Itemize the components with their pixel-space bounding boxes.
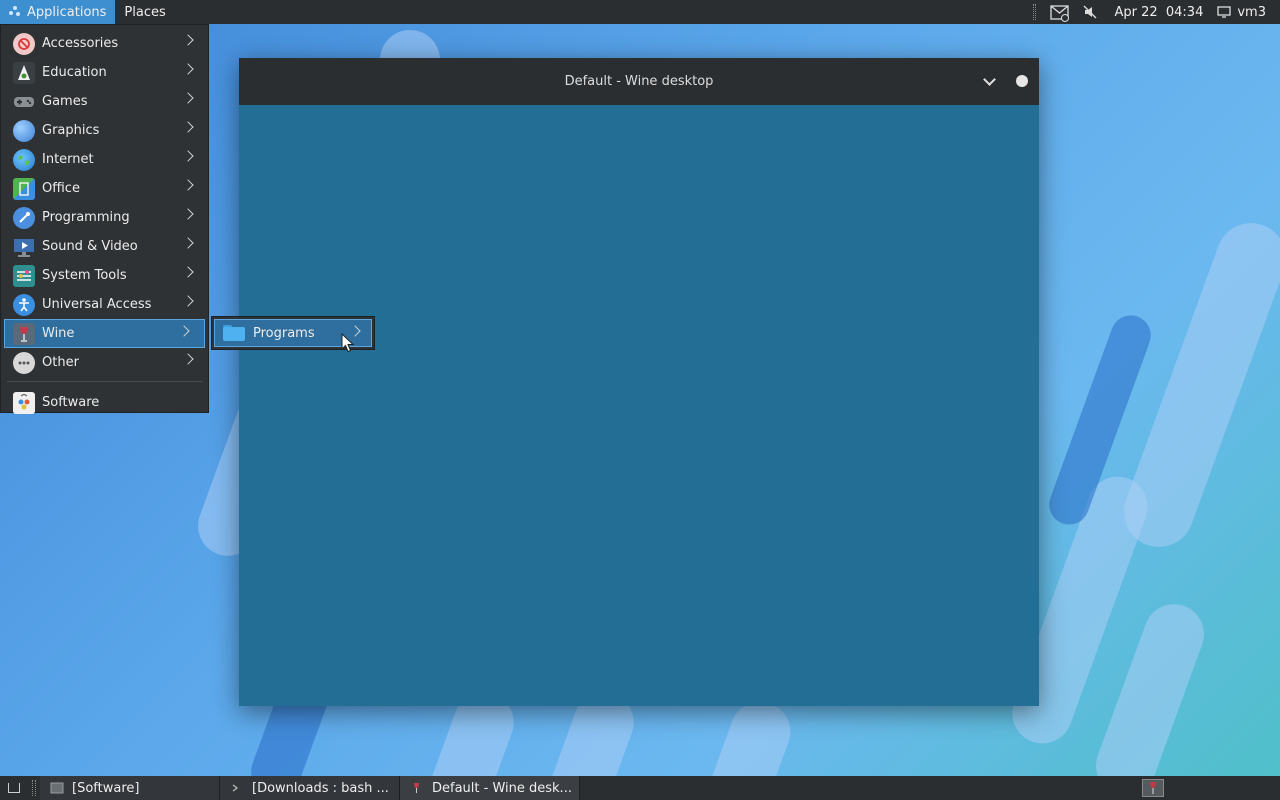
menu-item-label: Education (42, 65, 107, 80)
terminal-icon (232, 784, 239, 792)
menu-item-education[interactable]: Education (1, 58, 208, 87)
chevron-right-icon (182, 63, 194, 75)
chevron-right-icon (182, 179, 194, 191)
internet-icon (13, 148, 35, 171)
menu-item-games[interactable]: Games (1, 87, 208, 116)
places-label: Places (124, 4, 166, 20)
task-label: [Downloads : bash ... (252, 780, 389, 796)
menu-item-software[interactable]: Software (1, 388, 208, 417)
graphics-icon (13, 119, 35, 142)
folder-icon (223, 325, 245, 341)
other-icon (13, 351, 35, 374)
chevron-right-icon (178, 325, 190, 337)
task-software[interactable]: [Software] (40, 776, 220, 800)
chevron-right-icon (182, 150, 194, 162)
wine-desktop-window[interactable]: Default - Wine desktop (239, 58, 1039, 706)
task-downloads-bash[interactable]: [Downloads : bash ... (220, 776, 400, 800)
software-window-icon (50, 782, 64, 794)
menu-item-graphics[interactable]: Graphics (1, 116, 208, 145)
menu-item-label: Programming (42, 210, 130, 225)
universal-access-icon (13, 293, 35, 316)
chevron-right-icon (182, 208, 194, 220)
chevron-right-icon (182, 266, 194, 278)
system-tools-icon (13, 264, 35, 287)
mail-notification-icon[interactable] (1050, 4, 1070, 22)
wallpaper-streak (1087, 595, 1213, 800)
menu-separator (7, 381, 202, 382)
menu-item-label: Sound & Video (42, 239, 138, 254)
menu-item-label: Games (42, 94, 88, 109)
submenu-item-label: Programs (253, 325, 315, 341)
menu-item-system-tools[interactable]: System Tools (1, 261, 208, 290)
software-icon (13, 391, 35, 414)
menu-item-accessories[interactable]: Accessories (1, 29, 208, 58)
office-icon (13, 177, 35, 200)
menu-item-programming[interactable]: Programming (1, 203, 208, 232)
menu-item-other[interactable]: Other (1, 348, 208, 377)
applications-label: Applications (27, 4, 107, 20)
programming-icon (13, 206, 35, 229)
volume-muted-icon[interactable] (1082, 4, 1100, 20)
chevron-right-icon (182, 34, 194, 46)
tray-handle (1033, 4, 1037, 20)
menu-item-label: Software (42, 395, 100, 410)
menu-item-label: Accessories (42, 36, 119, 51)
menu-item-label: Office (42, 181, 80, 196)
mouse-cursor-icon (341, 333, 355, 353)
show-desktop-button[interactable] (0, 776, 28, 800)
games-icon (13, 91, 35, 113)
applications-icon (9, 6, 21, 18)
wine-icon (1150, 782, 1156, 794)
top-panel: Applications Places Apr 22 04:34 vm3 (0, 0, 1280, 24)
system-tray: Apr 22 04:34 vm3 (1033, 0, 1280, 24)
wine-icon (13, 322, 35, 345)
chevron-right-icon (182, 295, 194, 307)
chevron-right-icon (182, 237, 194, 249)
chevron-right-icon (182, 121, 194, 133)
workspace-switcher[interactable] (1142, 779, 1164, 797)
window-title: Default - Wine desktop (564, 74, 714, 89)
chevron-right-icon (182, 92, 194, 104)
menu-item-wine[interactable]: Wine (4, 319, 205, 348)
show-desktop-icon (8, 783, 20, 793)
hostname: vm3 (1237, 4, 1266, 20)
menu-item-label: System Tools (42, 268, 127, 283)
places-menu-button[interactable]: Places (115, 0, 174, 24)
menu-item-sound-video[interactable]: Sound & Video (1, 232, 208, 261)
taskbar: [Software] [Downloads : bash ... Default… (0, 776, 1280, 800)
window-menu-icon[interactable] (983, 73, 996, 86)
menu-item-internet[interactable]: Internet (1, 145, 208, 174)
host-indicator[interactable]: vm3 (1217, 5, 1266, 20)
task-label: [Software] (72, 780, 140, 796)
task-wine-desktop[interactable]: Default - Wine desk... (400, 776, 580, 800)
window-close-button[interactable] (1016, 75, 1028, 87)
clock[interactable]: Apr 22 04:34 (1114, 5, 1203, 20)
education-icon (13, 61, 35, 84)
window-titlebar[interactable]: Default - Wine desktop (239, 58, 1039, 105)
menu-item-label: Graphics (42, 123, 100, 138)
accessories-icon (13, 32, 35, 55)
menu-item-label: Universal Access (42, 297, 152, 312)
menu-item-label: Internet (42, 152, 94, 167)
sound-video-icon (13, 236, 35, 258)
monitor-icon (1217, 6, 1232, 18)
applications-menu-button[interactable]: Applications (0, 0, 116, 24)
menu-item-label: Other (42, 355, 79, 370)
menu-item-universal-access[interactable]: Universal Access (1, 290, 208, 319)
chevron-right-icon (182, 353, 194, 365)
menu-item-label: Wine (42, 326, 75, 341)
menu-item-office[interactable]: Office (1, 174, 208, 203)
wine-icon (414, 783, 419, 793)
applications-menu: Accessories Education Games Graphics Int… (0, 24, 209, 414)
task-label: Default - Wine desk... (432, 780, 572, 796)
taskbar-handle (32, 780, 36, 796)
